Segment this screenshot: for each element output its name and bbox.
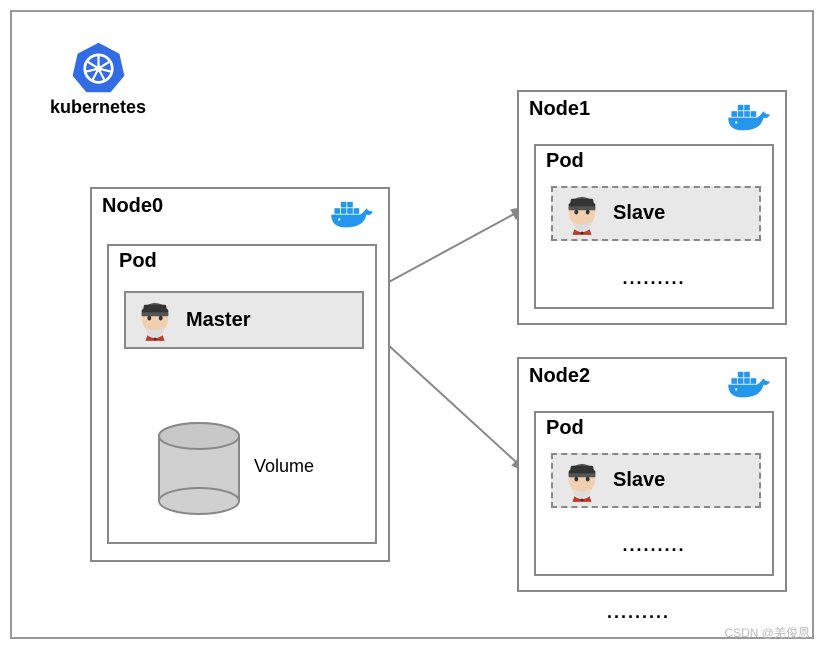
node0-box: Node0 Pod	[90, 187, 390, 562]
docker-icon	[328, 197, 376, 238]
node2-pod-title: Pod	[536, 413, 772, 444]
docker-icon	[725, 100, 773, 141]
slave2-box: Slave	[551, 453, 761, 508]
kubernetes-logo: kubernetes	[50, 40, 146, 118]
kubernetes-wheel-icon	[71, 40, 126, 95]
diagram-frame: kubernetes Node0	[10, 10, 814, 639]
nodes-ellipsis: .........	[607, 602, 670, 623]
node0-pod-box: Pod Master	[107, 244, 377, 544]
node0-pod-title: Pod	[109, 246, 375, 277]
master-box: Master	[124, 291, 364, 349]
node2-pod-box: Pod Slave .........	[534, 411, 774, 576]
watermark: CSDN @羌俊恩	[724, 624, 810, 641]
docker-icon	[725, 367, 773, 408]
node1-pod-box: Pod Slave .........	[534, 144, 774, 309]
slave1-label: Slave	[613, 202, 665, 225]
jenkins-icon	[563, 193, 601, 235]
node1-box: Node1 Pod	[517, 90, 787, 325]
volume-cylinder-icon	[154, 421, 244, 521]
slave1-box: Slave	[551, 186, 761, 241]
node2-box: Node2 Pod	[517, 357, 787, 592]
node1-pod-title: Pod	[536, 146, 772, 177]
jenkins-icon	[136, 299, 174, 341]
node2-dots: .........	[622, 535, 685, 556]
volume-label: Volume	[254, 456, 314, 477]
slave2-label: Slave	[613, 469, 665, 492]
master-label: Master	[186, 309, 250, 332]
kubernetes-label: kubernetes	[50, 97, 146, 118]
jenkins-icon	[563, 460, 601, 502]
node1-dots: .........	[622, 268, 685, 289]
